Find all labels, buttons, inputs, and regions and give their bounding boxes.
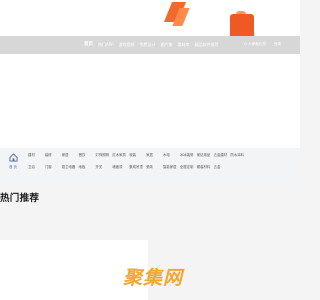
- nav-link[interactable]: 免费设计: [140, 41, 156, 48]
- category-bar: 首 页 建材 装修 家居 餐饮 灯饰照明 红木家具 软装 家居 水电 冰冰装修 家纺用品 五金建材 防水…: [0, 148, 300, 182]
- category-item[interactable]: 硬装材料: [197, 165, 214, 170]
- category-item[interactable]: 瓷砖: [146, 165, 163, 170]
- category-item[interactable]: 建材: [28, 153, 45, 158]
- category-item[interactable]: 防水涂料: [231, 153, 248, 158]
- watermark-logo: 聚集网: [123, 267, 184, 289]
- category-item[interactable]: 红木家具: [112, 153, 129, 158]
- category-item[interactable]: 厨卫电器: [62, 165, 79, 170]
- category-grid: 建材 装修 家居 餐饮 灯饰照明 红木家具 软装 家居 水电 冰冰装修 家纺用品 五金建材 防水涂料 卫浴…: [28, 153, 298, 170]
- category-home[interactable]: 首 页: [4, 153, 22, 175]
- category-item[interactable]: 装修: [45, 153, 62, 158]
- category-item[interactable]: 集成吊顶: [129, 165, 146, 170]
- top-navigation: 首页 热门APP 游戏视频 免费设计 图片集 素材库 精品软件推荐 Q 大家都在…: [0, 36, 300, 54]
- category-item[interactable]: 墙面漆: [112, 165, 129, 170]
- banner-decoration: [230, 14, 254, 36]
- category-item[interactable]: 五金建材: [214, 153, 231, 158]
- content-area: [0, 54, 300, 148]
- nav-link[interactable]: 热门APP: [98, 41, 114, 48]
- category-item[interactable]: 智能家居: [163, 165, 180, 170]
- category-item[interactable]: 开关: [96, 165, 113, 170]
- nav-link[interactable]: 素材库: [178, 41, 190, 48]
- category-item[interactable]: 地板: [79, 165, 96, 170]
- category-item[interactable]: 软装: [129, 153, 146, 158]
- search-link[interactable]: Q 大家都在搜: [244, 41, 266, 48]
- login-link[interactable]: 登录: [274, 41, 281, 48]
- category-item[interactable]: 家居: [146, 153, 163, 158]
- nav-link[interactable]: 图片集: [161, 41, 173, 48]
- nav-link-home[interactable]: 首页: [84, 41, 93, 48]
- hero-banner: [0, 0, 300, 36]
- category-item[interactable]: 冰冰装修: [180, 153, 197, 158]
- nav-link[interactable]: 精品软件推荐: [195, 41, 219, 48]
- section-title: 热门推荐: [0, 193, 40, 204]
- category-item[interactable]: 水电: [163, 153, 180, 158]
- category-item[interactable]: 家居: [62, 153, 79, 158]
- category-item[interactable]: 家纺用品: [197, 153, 214, 158]
- category-item[interactable]: 卫浴: [28, 165, 45, 170]
- nav-links: 首页 热门APP 游戏视频 免费设计 图片集 素材库 精品软件推荐: [84, 41, 219, 48]
- home-icon: [8, 153, 18, 162]
- category-item[interactable]: 五金: [214, 165, 231, 170]
- category-home-label: 首 页: [9, 165, 17, 169]
- nav-search-area: Q 大家都在搜 登录: [244, 41, 281, 48]
- category-item[interactable]: 餐饮: [79, 153, 96, 158]
- nav-link[interactable]: 游戏视频: [119, 41, 135, 48]
- category-item[interactable]: 灯饰照明: [96, 153, 113, 158]
- category-item[interactable]: 门窗: [45, 165, 62, 170]
- category-item[interactable]: 全屋定制: [180, 165, 197, 170]
